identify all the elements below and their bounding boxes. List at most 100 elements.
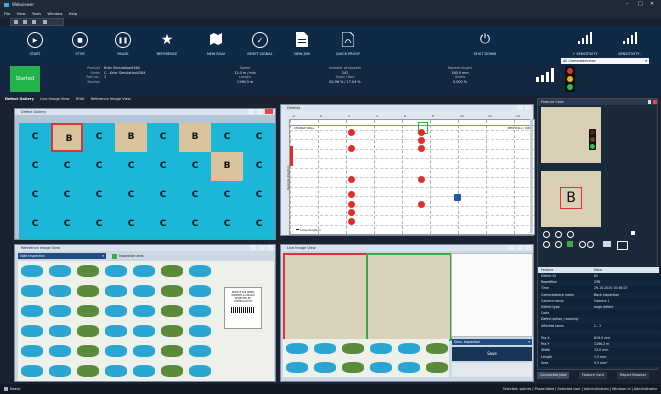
defect-marker[interactable] (348, 209, 355, 216)
tab-live-image-view[interactable]: Live Image View (40, 97, 69, 101)
maximize-icon[interactable] (258, 245, 265, 250)
print-icon[interactable] (603, 241, 611, 247)
gallery-tile[interactable]: C (83, 123, 115, 152)
reset-signal-button[interactable]: ✓ RESET SIGNAL (240, 26, 280, 64)
gallery-tile[interactable]: C (211, 123, 243, 152)
gallery-tile[interactable]: C (51, 181, 83, 210)
save-button[interactable]: Save (452, 347, 532, 361)
close-icon[interactable]: ✕ (650, 1, 654, 7)
close-icon[interactable] (265, 109, 273, 114)
gallery-tile[interactable]: C (19, 123, 51, 152)
gallery-tile[interactable]: C (83, 210, 115, 239)
gallery-tile[interactable]: C (51, 152, 83, 181)
gallery-tile[interactable]: C (179, 210, 211, 239)
pause-button[interactable]: ❚❚ PAUSE (103, 26, 143, 64)
gallery-tile[interactable]: C (115, 210, 147, 239)
close-icon[interactable] (267, 245, 273, 250)
gallery-tile[interactable]: C (243, 181, 275, 210)
defect-marker[interactable] (418, 129, 425, 136)
reference-button[interactable]: ★ REFERENCE (147, 26, 187, 64)
maximize-icon[interactable]: □ (638, 1, 643, 7)
close-icon[interactable] (525, 245, 531, 250)
gallery-tile[interactable]: C (211, 210, 243, 239)
save-icon[interactable] (14, 20, 18, 24)
camera-icon[interactable] (617, 241, 628, 250)
undo-icon[interactable] (23, 20, 27, 24)
gallery-tile[interactable]: B (179, 123, 211, 152)
settings-icon[interactable] (43, 20, 47, 24)
maximize-icon[interactable] (516, 245, 523, 250)
close-icon[interactable] (525, 105, 531, 110)
menu-tools[interactable]: Tools (32, 11, 41, 16)
minimize-icon[interactable] (250, 245, 257, 250)
gallery-tile[interactable]: C (83, 152, 115, 181)
chart-plot-area[interactable]: -2 0 2 4 6 8 10 12 14 CHANGE ROLL NEW RO… (286, 114, 535, 235)
defect-marker[interactable] (348, 201, 355, 208)
defect-marker[interactable] (418, 145, 425, 152)
tab-connected-jobs[interactable]: Connected Jobs (537, 372, 570, 379)
minimize-icon[interactable] (248, 109, 255, 114)
gallery-tile[interactable]: C (115, 152, 147, 181)
new-roai-button[interactable]: NEW ROAI (196, 26, 236, 64)
prev-icon[interactable] (555, 231, 562, 238)
gallery-tile[interactable]: C (83, 181, 115, 210)
gallery-tile[interactable]: C (243, 123, 275, 152)
tab-roai[interactable]: ROAI (76, 97, 85, 101)
menu-file[interactable]: File (4, 11, 10, 16)
gallery-tile[interactable]: C (51, 210, 83, 239)
defect-marker[interactable] (418, 201, 425, 208)
gallery-tile[interactable]: C (147, 123, 179, 152)
sensor-select[interactable]: Sens. Inspection ▾ (452, 339, 532, 345)
gallery-tile[interactable]: C (211, 181, 243, 210)
zoom-in-icon[interactable] (543, 241, 550, 248)
redo-icon[interactable] (32, 20, 36, 24)
tab-feature-card[interactable]: Feature Card (579, 372, 607, 379)
close-icon[interactable] (653, 100, 657, 104)
defect-marker[interactable] (348, 129, 355, 136)
gallery-tile[interactable]: C (147, 152, 179, 181)
zoom-out-icon[interactable] (555, 241, 562, 248)
gallery-tile[interactable]: B (51, 123, 83, 152)
live-image-strip[interactable] (283, 339, 449, 377)
vertical-scrollbar[interactable] (530, 119, 533, 233)
gallery-tile[interactable]: B (115, 123, 147, 152)
gallery-tile[interactable]: C (19, 210, 51, 239)
arrow-icon[interactable] (587, 241, 594, 248)
menu-view[interactable]: View (17, 11, 26, 16)
gallery-tile[interactable]: C (179, 152, 211, 181)
inspection-area-checkbox[interactable] (112, 254, 117, 259)
defect-marker[interactable] (418, 137, 425, 144)
gallery-tile[interactable]: B (211, 152, 243, 181)
defect-marker[interactable] (348, 145, 355, 152)
tab-report-browser[interactable]: Report Browser (617, 372, 650, 379)
gallery-tile[interactable]: C (147, 210, 179, 239)
stop-button[interactable]: ■ STOP (60, 26, 100, 64)
next-icon[interactable] (567, 231, 574, 238)
checkbox-icon[interactable] (631, 231, 635, 235)
green-marker-icon[interactable] (567, 241, 573, 247)
restore-icon[interactable] (516, 105, 523, 110)
defect-marker[interactable] (348, 218, 355, 225)
start-button[interactable]: ▶ START (15, 26, 55, 64)
gallery-tile[interactable]: C (179, 181, 211, 210)
live-image-selected-green[interactable] (366, 253, 452, 341)
gallery-tile[interactable]: C (19, 181, 51, 210)
minimize-icon[interactable]: – (626, 1, 629, 7)
defect-marker[interactable] (348, 191, 355, 198)
defect-marker[interactable] (418, 176, 425, 183)
feature-image-live[interactable]: B (541, 171, 601, 227)
tab-reference-image-view[interactable]: Reference Image View (91, 97, 131, 101)
gallery-tile[interactable]: C (19, 152, 51, 181)
live-image-selected-red[interactable] (283, 253, 369, 341)
gallery-tile[interactable]: C (115, 181, 147, 210)
tab-defect-gallery[interactable]: Defect Gallery (5, 97, 34, 101)
reference-image[interactable]: SERVICE FOR SPEED ORDERED & UNLOAD INSPE… (18, 261, 274, 381)
prev-first-icon[interactable] (543, 231, 550, 238)
gallery-tile[interactable]: C (243, 210, 275, 239)
lock-icon[interactable] (454, 194, 461, 201)
shutdown-button[interactable]: ⏻ SHUT DOWN (465, 26, 505, 64)
live-image-blank[interactable] (451, 253, 533, 337)
gallery-tile[interactable]: C (147, 181, 179, 210)
minimize-icon[interactable] (508, 245, 515, 250)
maximize-icon[interactable] (256, 109, 263, 114)
